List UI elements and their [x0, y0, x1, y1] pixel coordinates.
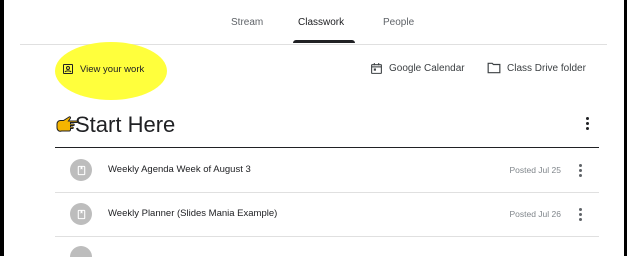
- list-item[interactable]: Weekly Agenda Week of August 3 Posted Ju…: [55, 148, 599, 193]
- material-icon: [70, 203, 92, 225]
- item-posted-date: Posted Jul 25: [509, 165, 561, 175]
- calendar-icon: [371, 63, 382, 74]
- view-your-work-button[interactable]: View your work: [62, 63, 144, 75]
- view-your-work-label: View your work: [80, 63, 145, 75]
- topic-more-options-icon[interactable]: [585, 117, 589, 130]
- topic-title: Start Here: [75, 112, 176, 137]
- list-item-partial[interactable]: [55, 237, 599, 257]
- left-border: [0, 0, 4, 256]
- material-icon: [70, 246, 92, 257]
- tab-stream[interactable]: Stream: [231, 17, 263, 28]
- item-title: Weekly Agenda Week of August 3: [108, 164, 251, 175]
- material-icon: [70, 159, 92, 181]
- item-more-options-icon[interactable]: [578, 164, 582, 177]
- active-tab-indicator: [293, 40, 355, 43]
- tab-classwork[interactable]: Classwork: [298, 17, 344, 28]
- classroom-tabs: Stream Classwork People: [20, 0, 607, 45]
- list-item[interactable]: Weekly Planner (Slides Mania Example) Po…: [55, 192, 599, 237]
- item-title: Weekly Planner (Slides Mania Example): [108, 208, 278, 219]
- item-more-options-icon[interactable]: [578, 208, 582, 221]
- google-calendar-button[interactable]: Google Calendar: [370, 62, 465, 75]
- tab-people[interactable]: People: [383, 17, 414, 28]
- folder-icon: [487, 62, 501, 74]
- topic-header: Start Here: [55, 106, 599, 148]
- item-posted-date: Posted Jul 26: [509, 209, 561, 219]
- assignment-ind-icon: [63, 64, 73, 74]
- class-drive-folder-label: Class Drive folder: [507, 62, 586, 74]
- google-calendar-label: Google Calendar: [389, 63, 465, 74]
- class-drive-folder-button[interactable]: Class Drive folder: [487, 62, 586, 74]
